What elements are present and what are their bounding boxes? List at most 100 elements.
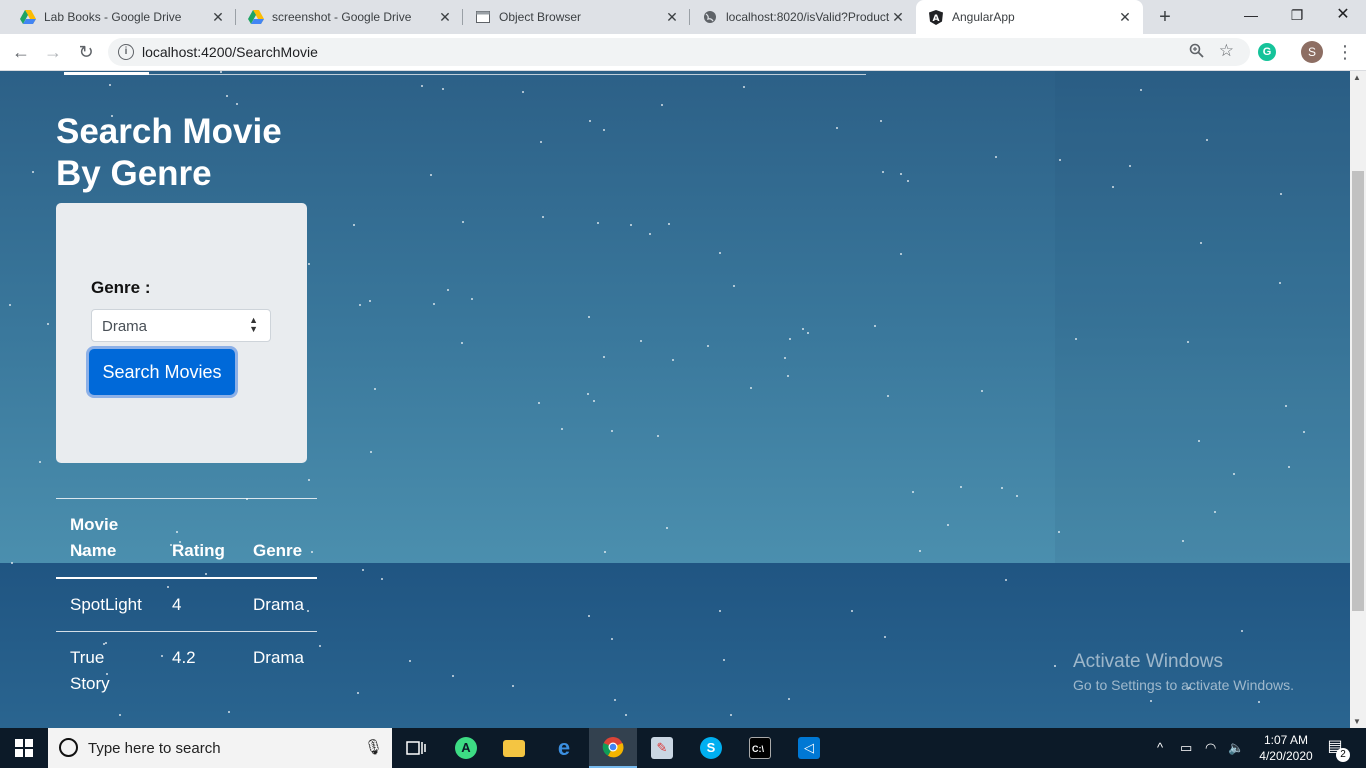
background-star xyxy=(9,304,11,306)
paint-icon[interactable]: ✎ xyxy=(638,728,686,768)
background-star xyxy=(625,714,627,716)
background-star xyxy=(370,451,372,453)
select-arrows-icon: ▲ ▼ xyxy=(249,315,258,334)
background-star xyxy=(1182,540,1184,542)
background-star xyxy=(802,328,804,330)
background-star xyxy=(733,285,735,287)
minimize-icon[interactable]: — xyxy=(1228,0,1274,30)
command-prompt-icon[interactable]: C:\ xyxy=(736,728,784,768)
page-scrollbar[interactable]: ▲ ▼ xyxy=(1350,71,1366,728)
background-star xyxy=(723,659,725,661)
search-movies-button[interactable]: Search Movies xyxy=(89,349,235,395)
restore-icon[interactable]: ❐ xyxy=(1274,0,1320,30)
background-star xyxy=(1059,159,1061,161)
watermark-title: Activate Windows xyxy=(1073,651,1223,672)
background-star xyxy=(11,562,13,564)
start-button[interactable] xyxy=(0,728,48,768)
background-star xyxy=(960,486,962,488)
edge-icon[interactable]: e xyxy=(540,728,588,768)
profile-avatar[interactable]: S xyxy=(1301,41,1323,63)
close-icon[interactable]: ✕ xyxy=(210,9,226,26)
microphone-icon[interactable]: 🎙 xyxy=(364,738,383,756)
tab-object-browser[interactable]: Object Browser ✕ xyxy=(463,0,690,34)
forward-arrow-icon[interactable]: → xyxy=(41,40,65,64)
genre-select-value: Drama xyxy=(102,318,148,335)
scroll-up-icon[interactable]: ▲ xyxy=(1353,73,1361,82)
tab-localhost-8020[interactable]: localhost:8020/isValid?Product ✕ xyxy=(690,0,916,34)
globe-icon xyxy=(702,9,718,25)
background-star xyxy=(119,714,121,716)
background-star xyxy=(587,393,589,395)
reload-icon[interactable]: ↻ xyxy=(74,40,98,64)
background-star xyxy=(161,655,163,657)
background-star xyxy=(226,95,228,97)
url-text[interactable]: localhost:4200/SearchMovie xyxy=(142,44,318,60)
close-icon[interactable]: ✕ xyxy=(890,9,906,26)
close-icon[interactable]: ✕ xyxy=(1117,9,1133,26)
background-star xyxy=(353,224,355,226)
background-star xyxy=(1258,701,1260,703)
task-view-icon[interactable] xyxy=(392,728,440,768)
background-star xyxy=(882,171,884,173)
show-hidden-icons-icon[interactable]: ^ xyxy=(1157,728,1163,768)
file-explorer-icon[interactable] xyxy=(490,728,538,768)
volume-icon[interactable]: 🔈 xyxy=(1228,728,1244,768)
genre-select[interactable]: Drama ▲ ▼ xyxy=(91,309,271,342)
tab-angularapp[interactable]: A AngularApp ✕ xyxy=(916,0,1143,34)
background-star xyxy=(471,298,473,300)
skype-icon[interactable]: S xyxy=(687,728,735,768)
system-clock[interactable]: 1:07 AM 4/20/2020 xyxy=(1254,732,1318,764)
search-form-card: Genre : Drama ▲ ▼ Search Movies xyxy=(56,203,307,463)
page-viewport: Search Movie By Genre Genre : Drama ▲ ▼ S… xyxy=(0,71,1350,728)
background-star xyxy=(593,400,595,402)
close-icon[interactable]: ✕ xyxy=(437,9,453,26)
background-star xyxy=(319,645,321,647)
menu-dots-icon[interactable]: ⋮ xyxy=(1336,40,1354,64)
background-star xyxy=(784,357,786,359)
windows-logo-icon xyxy=(15,739,33,757)
grammarly-extension-icon[interactable]: G xyxy=(1258,43,1276,61)
new-tab-button[interactable]: + xyxy=(1154,6,1176,28)
bookmark-star-icon[interactable]: ☆ xyxy=(1219,41,1234,61)
tab-lab-books[interactable]: Lab Books - Google Drive ✕ xyxy=(0,0,236,34)
background-star xyxy=(307,610,309,612)
angular-icon: A xyxy=(928,9,944,25)
scroll-down-icon[interactable]: ▼ xyxy=(1353,717,1361,726)
back-arrow-icon[interactable]: ← xyxy=(9,40,33,64)
table-cell-rating: 4.2 xyxy=(172,648,196,667)
tab-screenshot[interactable]: screenshot - Google Drive ✕ xyxy=(236,0,463,34)
google-drive-icon xyxy=(248,9,264,25)
background-star xyxy=(236,103,238,105)
background-star xyxy=(433,303,435,305)
browser-tab-strip: Lab Books - Google Drive ✕ screenshot - … xyxy=(0,0,1366,34)
watermark-subtitle: Go to Settings to activate Windows. xyxy=(1073,677,1294,693)
android-studio-icon[interactable]: A xyxy=(442,728,490,768)
zoom-icon[interactable] xyxy=(1189,43,1204,62)
window-close-icon[interactable]: ✕ xyxy=(1320,0,1366,30)
wifi-icon[interactable]: ◠ xyxy=(1205,728,1216,768)
nav-active-indicator xyxy=(64,72,149,75)
chrome-icon[interactable] xyxy=(589,728,637,768)
action-center-icon[interactable]: ▤ 2 xyxy=(1322,736,1350,762)
background-star xyxy=(1140,89,1142,91)
background-star xyxy=(359,304,361,306)
background-star xyxy=(452,675,454,677)
background-star xyxy=(668,223,670,225)
scrollbar-thumb[interactable] xyxy=(1352,171,1364,611)
background-star xyxy=(836,127,838,129)
battery-icon[interactable]: ▭ xyxy=(1180,728,1192,768)
info-icon[interactable]: i xyxy=(118,44,134,60)
vscode-icon[interactable]: ◁ xyxy=(785,728,833,768)
address-bar[interactable]: i localhost:4200/SearchMovie ☆ xyxy=(108,38,1250,66)
background-star xyxy=(1288,466,1290,468)
background-star xyxy=(743,86,745,88)
tab-title: screenshot - Google Drive xyxy=(272,10,412,24)
page-title: Search Movie By Genre xyxy=(56,112,282,193)
background-star xyxy=(561,428,563,430)
close-icon[interactable]: ✕ xyxy=(664,9,680,26)
taskbar-search-box[interactable]: Type here to search 🎙 xyxy=(48,728,392,768)
background-star xyxy=(228,711,230,713)
background-star xyxy=(603,356,605,358)
background-star xyxy=(32,171,34,173)
background-star xyxy=(919,550,921,552)
